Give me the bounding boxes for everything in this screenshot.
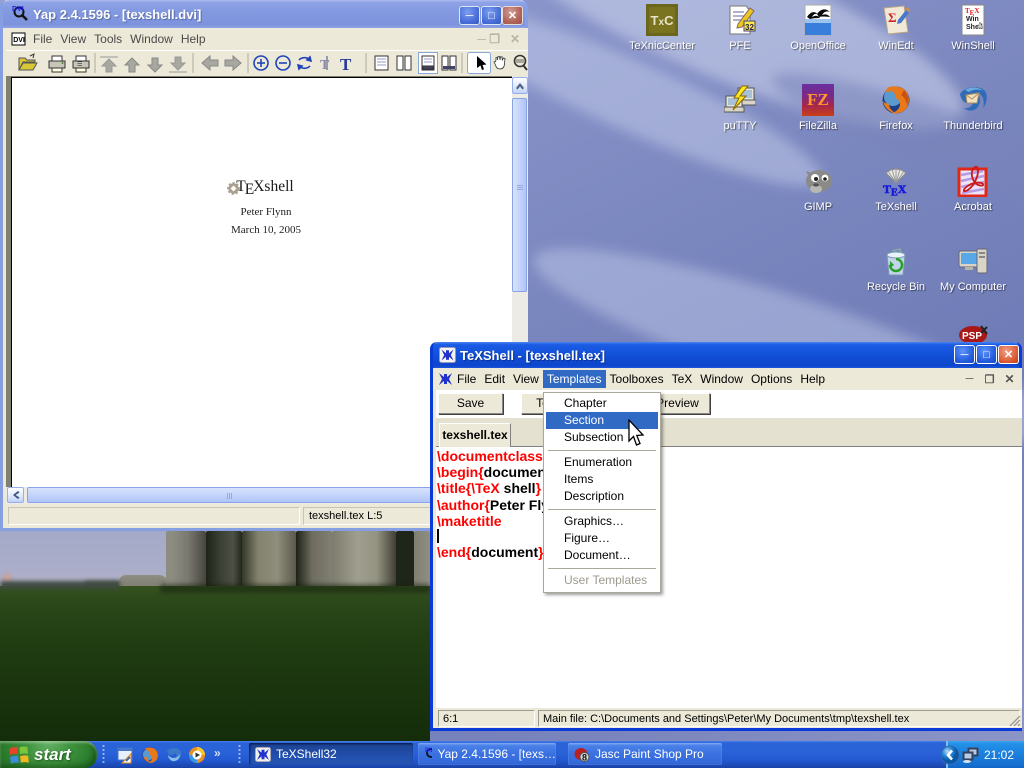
svg-text:8: 8 (582, 752, 587, 762)
svg-text:PSP: PSP (962, 331, 982, 342)
svg-text:DVI: DVI (425, 748, 432, 754)
svg-text:Win: Win (966, 16, 979, 23)
svg-text:DVI: DVI (12, 6, 24, 13)
svg-text:32: 32 (745, 23, 754, 32)
svg-text:DVI: DVI (13, 37, 25, 44)
svg-text:☰: ☰ (77, 61, 82, 68)
svg-text:T: T (340, 55, 352, 74)
svg-text:T: T (320, 58, 330, 73)
svg-text:TEX: TEX (883, 182, 907, 197)
svg-text:Σ: Σ (888, 10, 897, 25)
